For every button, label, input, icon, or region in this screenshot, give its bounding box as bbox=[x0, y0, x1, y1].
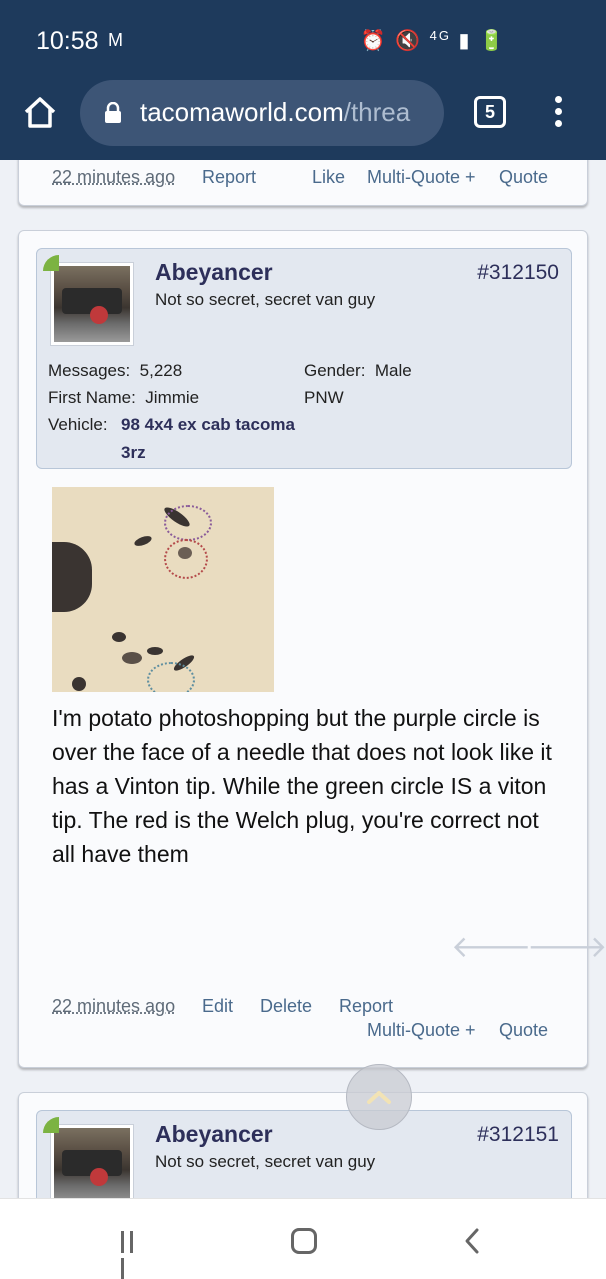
quote-link[interactable]: Quote bbox=[499, 1020, 548, 1041]
post-card-next: Abeyancer Not so secret, secret van guy … bbox=[18, 1092, 588, 1198]
first-name-info: First Name: Jimmie bbox=[48, 388, 199, 408]
online-indicator bbox=[43, 1117, 59, 1133]
vehicle-label: Vehicle: bbox=[48, 415, 108, 434]
post-number[interactable]: #312151 bbox=[477, 1123, 559, 1147]
tab-switcher-button[interactable]: 5 bbox=[474, 96, 506, 128]
overflow-menu-icon[interactable] bbox=[548, 96, 568, 130]
mute-icon: 🔇 bbox=[395, 30, 423, 52]
messages-info: Messages: 5,228 bbox=[48, 361, 182, 381]
multi-quote-link[interactable]: Multi-Quote + bbox=[367, 167, 476, 188]
avatar[interactable] bbox=[50, 262, 134, 346]
next-arrow-icon[interactable]: 🡒 bbox=[527, 929, 606, 965]
back-icon[interactable] bbox=[462, 1227, 482, 1255]
purple-circle-annotation bbox=[164, 505, 212, 541]
thread-content[interactable]: 22 minutes ago Report Like Multi-Quote +… bbox=[0, 160, 606, 1198]
post-time-link[interactable]: 22 minutes ago bbox=[52, 167, 175, 188]
status-time: 10:58 bbox=[36, 27, 99, 55]
recent-apps-icon[interactable] bbox=[121, 1231, 147, 1279]
delete-link[interactable]: Delete bbox=[260, 996, 312, 1017]
previous-arrow-icon[interactable]: 🡐 bbox=[451, 929, 531, 965]
vehicle-line2[interactable]: 3rz bbox=[121, 443, 146, 463]
user-info-block: Abeyancer Not so secret, secret van guy … bbox=[36, 248, 572, 469]
first-name-label: First Name: bbox=[48, 388, 136, 407]
chevron-up-icon bbox=[366, 1089, 392, 1105]
scroll-to-top-button[interactable] bbox=[346, 1064, 412, 1130]
gender-label: Gender: bbox=[304, 361, 366, 380]
address-bar[interactable]: tacomaworld.com/threa bbox=[80, 80, 444, 146]
lock-icon bbox=[104, 101, 122, 124]
quote-link[interactable]: Quote bbox=[499, 167, 548, 188]
post-attachment-image[interactable] bbox=[52, 487, 274, 692]
avatar-image bbox=[54, 1128, 130, 1198]
username[interactable]: Abeyancer bbox=[155, 1121, 273, 1148]
url-text: tacomaworld.com/threa bbox=[140, 97, 436, 128]
vehicle-value-line1[interactable]: 98 4x4 ex cab tacoma bbox=[121, 415, 295, 434]
url-host: tacomaworld.com bbox=[140, 97, 344, 127]
post-number[interactable]: #312150 bbox=[477, 261, 559, 285]
gender-info: Gender: Male bbox=[304, 361, 412, 381]
avatar-image bbox=[54, 266, 130, 342]
signal-icon: ▮ bbox=[458, 30, 472, 52]
vehicle-value-line2[interactable]: 3rz bbox=[121, 443, 146, 462]
report-link[interactable]: Report bbox=[202, 167, 256, 188]
user-title: Not so secret, secret van guy bbox=[155, 290, 376, 309]
post-time-link[interactable]: 22 minutes ago bbox=[52, 996, 175, 1017]
home-icon[interactable] bbox=[22, 94, 58, 130]
post-card-previous: 22 minutes ago Report Like Multi-Quote +… bbox=[18, 160, 588, 206]
first-name-value: Jimmie bbox=[145, 388, 200, 407]
alarm-icon: ⏰ bbox=[360, 30, 388, 52]
post-body: I'm potato photoshopping but the purple … bbox=[52, 705, 552, 867]
red-circle-annotation bbox=[164, 539, 208, 579]
vehicle-line1[interactable]: 98 4x4 ex cab tacoma bbox=[121, 415, 295, 435]
4g-lte-icon: 4G bbox=[429, 28, 451, 43]
location-value: PNW bbox=[304, 388, 344, 407]
green-circle-annotation bbox=[147, 662, 195, 692]
online-indicator bbox=[43, 255, 59, 271]
like-link[interactable]: Like bbox=[312, 167, 345, 188]
edit-link[interactable]: Edit bbox=[202, 996, 233, 1017]
user-info-block: Abeyancer Not so secret, secret van guy … bbox=[36, 1110, 572, 1198]
post-card: Abeyancer Not so secret, secret van guy … bbox=[18, 230, 606, 1068]
home-button-icon[interactable] bbox=[291, 1228, 317, 1254]
avatar[interactable] bbox=[50, 1124, 134, 1198]
report-link[interactable]: Report bbox=[339, 996, 393, 1017]
browser-top-bar: 10:58 M ⏰ 🔇 4G ▮ 🔋 tacomaworld.com/threa… bbox=[0, 0, 606, 160]
status-icons: ⏰ 🔇 4G ▮ 🔋 bbox=[361, 28, 506, 53]
gender-value: Male bbox=[374, 361, 412, 380]
username[interactable]: Abeyancer bbox=[155, 259, 273, 286]
gmail-m-icon: M bbox=[108, 30, 123, 50]
messages-label: Messages: bbox=[48, 361, 131, 380]
user-title: Not so secret, secret van guy bbox=[155, 1152, 376, 1171]
battery-charging-icon: 🔋 bbox=[479, 30, 506, 52]
multi-quote-link[interactable]: Multi-Quote + bbox=[367, 1020, 476, 1041]
messages-value: 5,228 bbox=[139, 361, 183, 380]
system-nav-bar bbox=[0, 1198, 606, 1279]
url-path: /threa bbox=[343, 97, 411, 127]
